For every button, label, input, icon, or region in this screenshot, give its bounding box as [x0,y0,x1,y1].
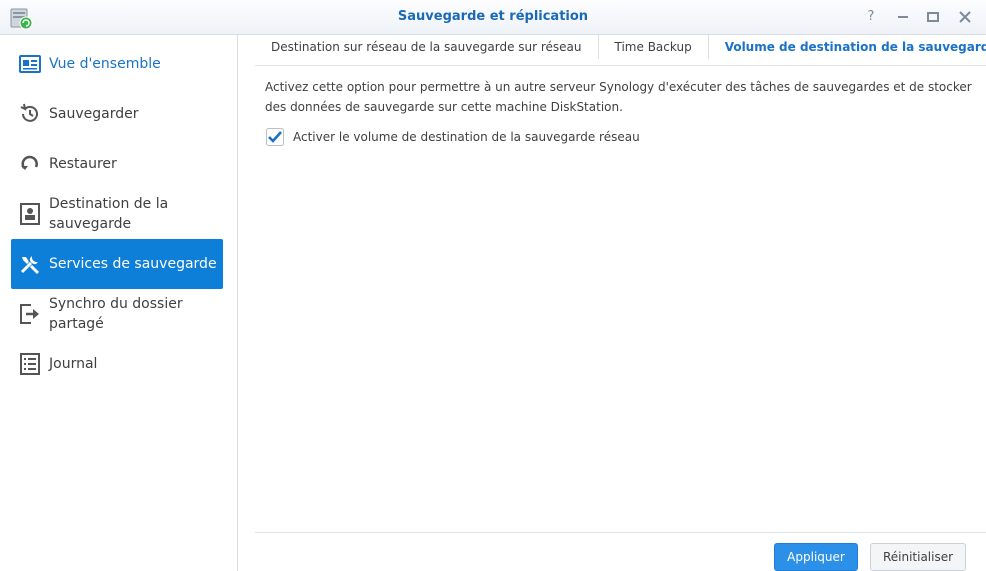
apply-button[interactable]: Appliquer [774,543,858,571]
sidebar-item-backup-services[interactable]: Services de sauvegarde [11,239,223,289]
checkbox-checked-icon[interactable] [266,128,284,146]
close-button[interactable] [957,9,973,25]
window-title: Sauvegarde et réplication [397,9,589,24]
sidebar: Vue d'ensemble Sauvegarder Restaurer Des… [0,35,238,571]
share-sync-icon [19,303,41,325]
sidebar-item-backup[interactable]: Sauvegarder [11,99,223,129]
sidebar-item-label: Restaurer [49,156,117,172]
sidebar-item-destination[interactable]: Destination de la sauvegarde [11,193,223,235]
sidebar-item-label: Synchro du dossier partagé [49,296,183,332]
tools-icon [19,253,41,275]
backup-clock-icon [19,103,41,125]
sidebar-item-overview[interactable]: Vue d'ensemble [11,49,223,79]
sidebar-item-log[interactable]: Journal [11,349,223,379]
footer-divider [255,532,986,533]
sidebar-item-shared-folder-sync[interactable]: Synchro du dossier partagé [11,293,223,335]
sidebar-item-label: Services de sauvegarde [49,256,217,272]
help-label: ? [867,9,875,24]
sidebar-item-label: Sauvegarder [49,106,139,122]
sidebar-item-label: Destination de la sauvegarde [49,196,169,232]
overview-icon [19,53,41,75]
main-panel: Destination sur réseau de la sauvegarde … [238,35,986,571]
sidebar-item-label: Journal [49,356,98,372]
sidebar-item-label: Vue d'ensemble [49,56,161,72]
minimize-icon [898,16,908,18]
minimize-button[interactable] [895,9,911,25]
tab-time-backup[interactable]: Time Backup [599,35,709,59]
tab-network-backup-destination[interactable]: Destination sur réseau de la sauvegarde … [255,35,599,59]
close-icon [959,11,971,23]
tab-network-backup-volume[interactable]: Volume de destination de la sauvegarde s… [709,35,986,59]
reset-button[interactable]: Réinitialiser [870,543,966,571]
sidebar-item-restore[interactable]: Restaurer [11,149,223,179]
enable-destination-checkbox-row[interactable]: Activer le volume de destination de la s… [266,128,640,146]
destination-icon [19,203,41,225]
description-text: Activez cette option pour permettre à un… [265,80,972,114]
restore-icon [19,153,41,175]
checkbox-label: Activer le volume de destination de la s… [293,130,640,144]
tab-bar: Destination sur réseau de la sauvegarde … [255,35,986,66]
title-bar: Sauvegarde et réplication ? [0,0,986,35]
maximize-icon [927,12,939,22]
help-button[interactable]: ? [863,9,879,25]
maximize-button[interactable] [925,9,941,25]
log-list-icon [19,353,41,375]
